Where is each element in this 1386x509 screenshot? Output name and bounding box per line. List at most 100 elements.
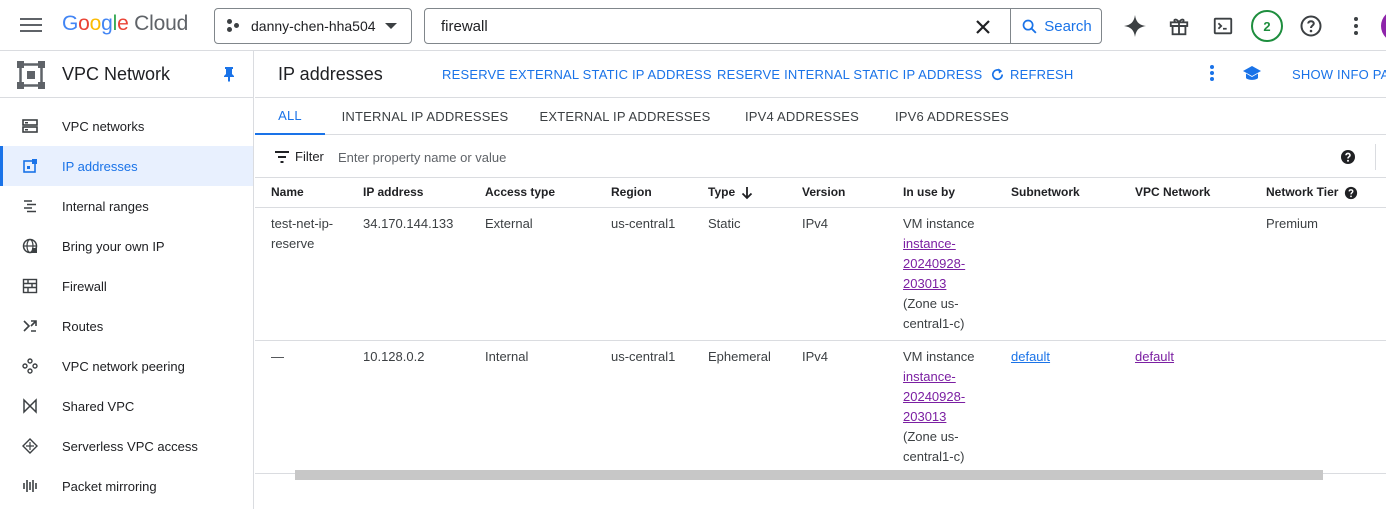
subnetwork-link[interactable]: default: [1011, 349, 1050, 364]
column-header-access-type[interactable]: Access type: [469, 178, 595, 208]
gift-icon[interactable]: [1166, 13, 1192, 39]
peering-icon: [22, 358, 38, 374]
table-header-row: Name IP address Access type Region Type …: [255, 178, 1386, 208]
cell-region: us-central1: [595, 207, 692, 341]
column-header-type[interactable]: Type: [692, 178, 786, 208]
show-info-panel-button[interactable]: SHOW INFO PANEL: [1292, 67, 1386, 82]
column-header-in-use-by[interactable]: In use by: [887, 178, 995, 208]
sidebar-item-packet-mirroring[interactable]: Packet mirroring: [0, 466, 253, 506]
sidebar-item-firewall[interactable]: Firewall: [0, 266, 253, 306]
column-header-region[interactable]: Region: [595, 178, 692, 208]
column-header-subnetwork[interactable]: Subnetwork: [995, 178, 1119, 208]
cell-in-use-by: VM instance instance-20240928-203013 (Zo…: [887, 340, 995, 474]
divider: [1375, 144, 1376, 170]
horizontal-scrollbar[interactable]: [295, 470, 1323, 480]
vpc-network-link[interactable]: default: [1135, 349, 1174, 364]
tab-ipv4-addresses[interactable]: IPV4 ADDRESSES: [739, 98, 865, 135]
filter-input[interactable]: [335, 145, 835, 169]
gemini-sparkle-icon[interactable]: [1122, 13, 1148, 39]
help-icon[interactable]: [1298, 13, 1324, 39]
refresh-button[interactable]: REFRESH: [990, 67, 1074, 82]
cell-ip-address: 34.170.144.133: [347, 207, 469, 341]
globe-icon: [22, 238, 38, 254]
type-header-label: Type: [708, 184, 736, 199]
tab-all[interactable]: ALL: [255, 98, 325, 135]
clear-search-icon[interactable]: [971, 15, 995, 39]
sidebar-item-serverless-vpc-access[interactable]: Serverless VPC access: [0, 426, 253, 466]
in-use-by-zone: (Zone us-central1-c): [903, 428, 965, 464]
sidebar-item-bring-your-own-ip[interactable]: Bring your own IP: [0, 226, 253, 266]
search-button-label: Search: [1044, 17, 1092, 35]
learn-icon[interactable]: [1242, 65, 1262, 83]
account-avatar[interactable]: [1381, 10, 1386, 42]
column-header-ip-address[interactable]: IP address: [347, 178, 469, 208]
sidebar-item-vpc-networks[interactable]: VPC networks: [0, 106, 253, 146]
cell-name: —: [255, 340, 347, 474]
search-button[interactable]: Search: [1010, 9, 1102, 43]
instance-link[interactable]: instance-20240928-203013: [903, 236, 965, 291]
project-picker[interactable]: danny-chen-hha504: [214, 8, 412, 44]
in-use-by-prefix: VM instance: [903, 348, 975, 364]
filter-label: Filter: [295, 149, 324, 164]
pin-icon[interactable]: [221, 66, 237, 82]
main-content: IP addresses RESERVE EXTERNAL STATIC IP …: [255, 51, 1386, 509]
sidebar: VPC Network VPC networks IP addresses In…: [0, 51, 254, 509]
cell-access-type: Internal: [469, 340, 595, 474]
sidebar-item-shared-vpc[interactable]: Shared VPC: [0, 386, 253, 426]
more-actions-icon[interactable]: [1206, 64, 1218, 84]
cell-ip-address: 10.128.0.2: [347, 340, 469, 474]
column-header-version[interactable]: Version: [786, 178, 887, 208]
sort-descending-icon: [741, 186, 753, 199]
network-tier-help-icon[interactable]: [1344, 186, 1358, 200]
refresh-label: REFRESH: [1010, 67, 1074, 82]
table-row: test-net-ip-reserve 34.170.144.133 Exter…: [255, 207, 1386, 341]
serverless-icon: [22, 438, 38, 454]
search-icon: [1022, 19, 1037, 34]
tab-ipv6-addresses[interactable]: IPV6 ADDRESSES: [889, 98, 1015, 135]
tab-internal-ip-addresses[interactable]: INTERNAL IP ADDRESSES: [337, 98, 513, 135]
search-input[interactable]: [426, 10, 966, 42]
refresh-icon: [992, 68, 1004, 81]
cell-region: us-central1: [595, 340, 692, 474]
sidebar-item-ip-addresses[interactable]: IP addresses: [0, 146, 253, 186]
column-header-vpc-network[interactable]: VPC Network: [1119, 178, 1250, 208]
column-header-name[interactable]: Name: [255, 178, 347, 208]
table-row: — 10.128.0.2 Internal us-central1 Epheme…: [255, 340, 1386, 474]
shared-vpc-icon: [22, 398, 38, 414]
reserve-internal-ip-button[interactable]: RESERVE INTERNAL STATIC IP ADDRESS: [717, 67, 982, 82]
cell-network-tier: [1250, 340, 1386, 474]
main-menu-icon[interactable]: [20, 15, 42, 35]
filter-icon: [275, 151, 289, 163]
in-use-by-zone: (Zone us-central1-c): [903, 295, 965, 331]
sidebar-item-vpc-network-peering[interactable]: VPC network peering: [0, 346, 253, 386]
google-cloud-logo[interactable]: Google Cloud: [62, 12, 188, 36]
sidebar-header: VPC Network: [0, 51, 253, 98]
sidebar-item-routes[interactable]: Routes: [0, 306, 253, 346]
cell-type: Static: [692, 207, 786, 341]
search-box: Search: [424, 8, 1102, 44]
filter-help-icon[interactable]: [1340, 149, 1356, 165]
cloud-shell-icon[interactable]: [1210, 13, 1236, 39]
page-header: IP addresses RESERVE EXTERNAL STATIC IP …: [255, 51, 1386, 98]
sidebar-nav: VPC networks IP addresses Internal range…: [0, 106, 253, 506]
cell-subnetwork: default: [995, 340, 1119, 474]
reserve-external-ip-button[interactable]: RESERVE EXTERNAL STATIC IP ADDRESS: [442, 67, 712, 82]
instance-link[interactable]: instance-20240928-203013: [903, 369, 965, 424]
column-header-network-tier[interactable]: Network Tier: [1250, 178, 1386, 208]
address-tabs: ALL INTERNAL IP ADDRESSES EXTERNAL IP AD…: [255, 98, 1386, 135]
cell-version: IPv4: [786, 340, 887, 474]
cell-vpc-network: [1119, 207, 1250, 341]
ip-addresses-icon: [22, 158, 38, 174]
packet-mirroring-icon: [22, 478, 38, 494]
cell-type: Ephemeral: [692, 340, 786, 474]
internal-ranges-icon: [22, 198, 38, 214]
more-vert-icon[interactable]: [1343, 13, 1369, 39]
notifications-badge[interactable]: 2: [1251, 10, 1283, 42]
ip-addresses-table: Name IP address Access type Region Type …: [255, 178, 1386, 474]
network-tier-header-label: Network Tier: [1266, 184, 1339, 199]
tab-external-ip-addresses[interactable]: EXTERNAL IP ADDRESSES: [537, 98, 713, 135]
cell-in-use-by: VM instance instance-20240928-203013 (Zo…: [887, 207, 995, 341]
page-title: IP addresses: [278, 64, 383, 84]
sidebar-item-internal-ranges[interactable]: Internal ranges: [0, 186, 253, 226]
cell-access-type: External: [469, 207, 595, 341]
